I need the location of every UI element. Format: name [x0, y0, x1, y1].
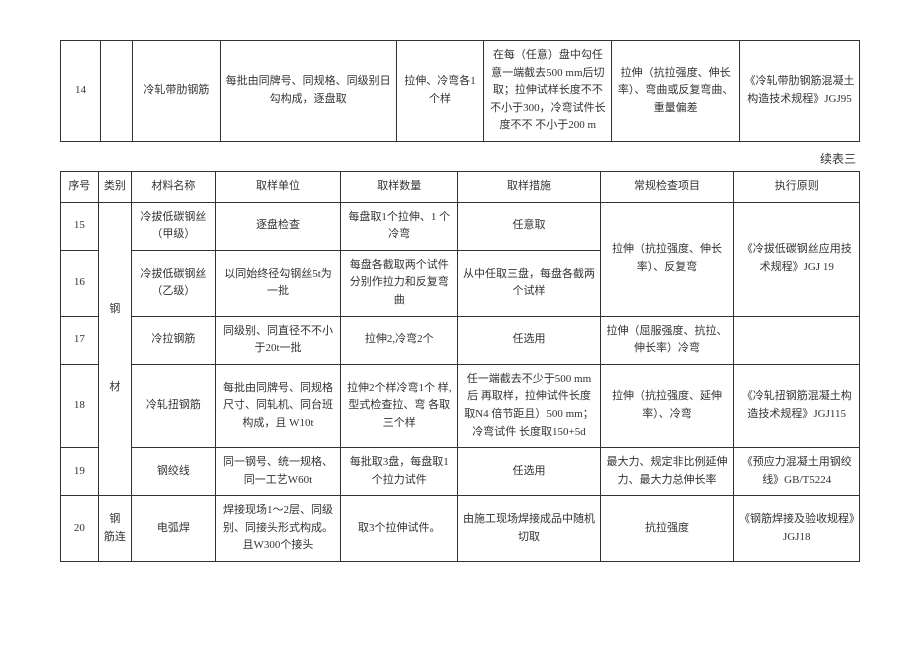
cell-measure: 任意取 [458, 202, 600, 250]
cat-char-1: 钢 [103, 301, 127, 319]
cell-seq: 19 [61, 448, 99, 496]
header-seq: 序号 [61, 171, 99, 202]
cell-unit: 逐盘检查 [215, 202, 340, 250]
table-row: 17 冷拉钢筋 同级别、同直径不不小于20t一批 拉伸2,冷弯2个 任选用 拉伸… [61, 316, 860, 364]
cell-seq: 20 [61, 496, 99, 562]
table-row: 15 钢 材 冷拔低碳钢丝（甲级） 逐盘检查 每盘取1个拉伸、1 个冷弯 任意取… [61, 202, 860, 250]
cell-seq: 16 [61, 250, 99, 316]
cell-seq: 17 [61, 316, 99, 364]
cell-qty: 每盘取1个拉伸、1 个冷弯 [341, 202, 458, 250]
header-check: 常规检查项目 [600, 171, 734, 202]
header-unit: 取样单位 [215, 171, 340, 202]
cell-name: 冷拔低碳钢丝（乙级） [132, 250, 216, 316]
cell-name: 冷拔低碳钢丝（甲级） [132, 202, 216, 250]
cell-unit: 每批由同牌号、同规格、同级别日勾构成，逐盘取 [220, 41, 396, 142]
cell-unit: 每批由同牌号、同规格尺寸、同轧机、同台班构成，且 W10t [215, 364, 340, 447]
cell-name: 冷轧带肋钢筋 [132, 41, 220, 142]
table-row: 14 冷轧带肋钢筋 每批由同牌号、同规格、同级别日勾构成，逐盘取 拉伸、冷弯各1… [61, 41, 860, 142]
cell-measure: 在每（任意）盘中勾任意一端截去500 mm后切取；拉伸试样长度不不不小于300，… [484, 41, 612, 142]
cell-rule: 《冷拔低碳钢丝应用技术规程》JGJ 19 [734, 202, 860, 316]
cell-qty: 每盘各截取两个试件分别作拉力和反复弯曲 [341, 250, 458, 316]
cell-rule: 《冷轧带肋钢筋混凝土构造技术规程》JGJ95 [740, 41, 860, 142]
table-row: 20 钢 筋连 电弧焊 焊接现场1～2层、同级 别、同接头形式构成。且W300个… [61, 496, 860, 562]
header-rule: 执行原则 [734, 171, 860, 202]
cell-rule: 《预应力混凝土用钢绞线》GB/T5224 [734, 448, 860, 496]
table-row: 19 钢绞线 同一钢号、统一规格、同一工艺W60t 每批取3盘，每盘取1个拉力试… [61, 448, 860, 496]
cell-qty: 取3个拉伸试件。 [341, 496, 458, 562]
cell-cat [100, 41, 132, 142]
cell-check: 拉伸（屈服强度、抗拉、 伸长率）冷弯 [600, 316, 734, 364]
cell-measure: 任选用 [458, 448, 600, 496]
cell-qty: 拉伸、冷弯各1 个样 [396, 41, 484, 142]
header-qty: 取样数量 [341, 171, 458, 202]
cell-rule [734, 316, 860, 364]
cell-qty: 每批取3盘，每盘取1个拉力试件 [341, 448, 458, 496]
cell-seq: 18 [61, 364, 99, 447]
header-cat: 类别 [98, 171, 131, 202]
cell-unit: 焊接现场1～2层、同级 别、同接头形式构成。且W300个接头 [215, 496, 340, 562]
cell-check: 拉伸（抗拉强度、延伸率）、冷弯 [600, 364, 734, 447]
cell-unit: 以同始终径勾钢丝5t为 一批 [215, 250, 340, 316]
header-name: 材料名称 [132, 171, 216, 202]
cell-rule: 《钢筋焊接及验收规程》JGJ18 [734, 496, 860, 562]
cell-seq: 15 [61, 202, 99, 250]
cell-measure: 任一端截去不少于500 mm后 再取样，拉伸试件长度取N4 倍节距且）500 m… [458, 364, 600, 447]
cell-name: 冷轧扭钢筋 [132, 364, 216, 447]
cell-check: 拉伸（抗拉强度、伸长率）、反复弯 [600, 202, 734, 316]
cell-unit: 同一钢号、统一规格、同一工艺W60t [215, 448, 340, 496]
cat-char-2: 材 [103, 379, 127, 397]
cell-check: 拉伸（抗拉强度、伸长 率）、弯曲或反复弯曲、 重量偏差 [612, 41, 740, 142]
cell-measure: 任选用 [458, 316, 600, 364]
table-row: 18 冷轧扭钢筋 每批由同牌号、同规格尺寸、同轧机、同台班构成，且 W10t 拉… [61, 364, 860, 447]
top-table: 14 冷轧带肋钢筋 每批由同牌号、同规格、同级别日勾构成，逐盘取 拉伸、冷弯各1… [60, 40, 860, 142]
main-table: 序号 类别 材料名称 取样单位 取样数量 取样措施 常规检查项目 执行原则 15… [60, 171, 860, 562]
header-measure: 取样措施 [458, 171, 600, 202]
continuation-label: 续表三 [60, 150, 860, 167]
cell-name: 冷拉钢筋 [132, 316, 216, 364]
table-header-row: 序号 类别 材料名称 取样单位 取样数量 取样措施 常规检查项目 执行原则 [61, 171, 860, 202]
cell-seq: 14 [61, 41, 101, 142]
cell-qty: 拉伸2,冷弯2个 [341, 316, 458, 364]
cell-measure: 从中任取三盘，每盘各截两个试样 [458, 250, 600, 316]
cell-rule: 《冷轧扭钢筋混凝土构 造技术规程》JGJ115 [734, 364, 860, 447]
cell-measure: 由施工现场焊接成品中随机 切取 [458, 496, 600, 562]
cell-cat-rebar: 钢 筋连 [98, 496, 131, 562]
cell-check: 最大力、规定非比例延伸力、最大力总伸长率 [600, 448, 734, 496]
cell-name: 钢绞线 [132, 448, 216, 496]
cell-qty: 拉伸2个样冷弯1个 样,型式检查拉、弯 各取三个样 [341, 364, 458, 447]
cell-name: 电弧焊 [132, 496, 216, 562]
cell-cat-steel: 钢 材 [98, 202, 131, 496]
cell-unit: 同级别、同直径不不小于20t一批 [215, 316, 340, 364]
cell-check: 抗拉强度 [600, 496, 734, 562]
